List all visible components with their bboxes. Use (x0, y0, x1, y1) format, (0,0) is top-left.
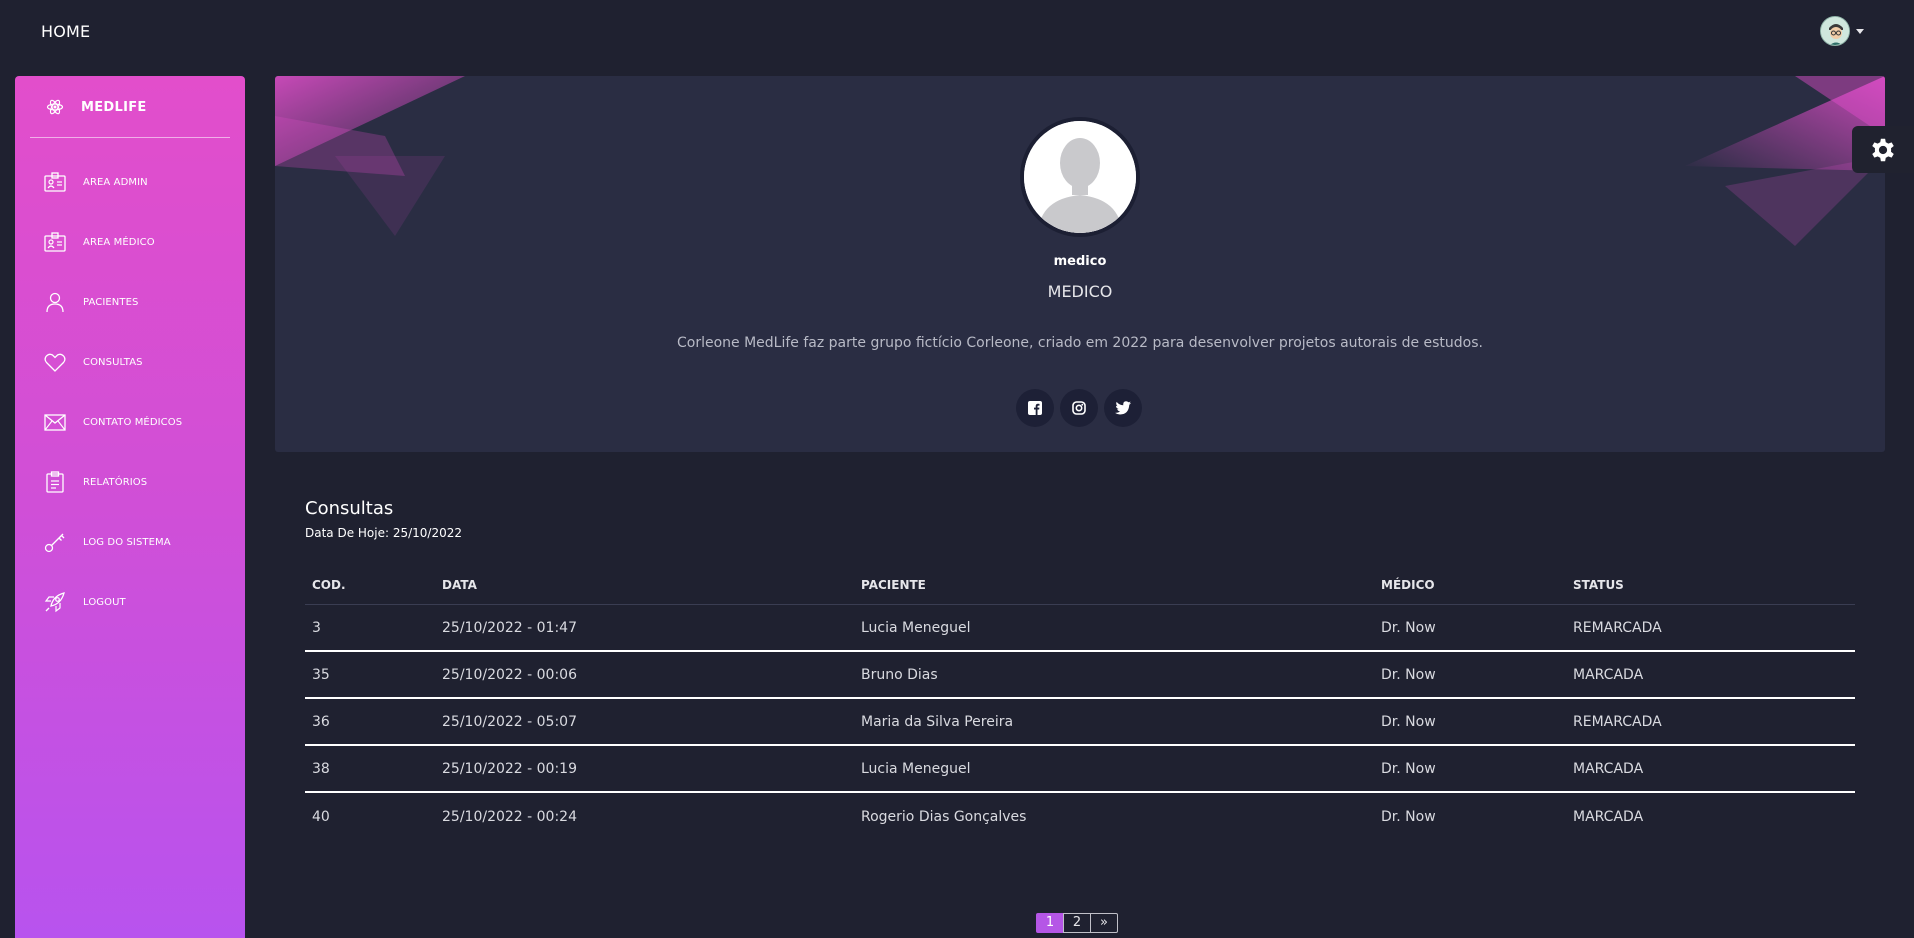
user-icon (46, 292, 64, 313)
id-card-icon (44, 232, 66, 252)
avatar[interactable] (1820, 16, 1850, 46)
table-row[interactable]: 38 25/10/2022 - 00:19 Lucia Meneguel Dr.… (305, 746, 1855, 793)
cell-paciente: Lucia Meneguel (861, 760, 971, 777)
column-header-cod[interactable]: COD. (305, 578, 435, 592)
cell-cod: 36 (312, 713, 330, 730)
gear-icon (1872, 138, 1894, 161)
cell-data: 25/10/2022 - 00:24 (442, 808, 577, 825)
cell-data: 25/10/2022 - 01:47 (442, 619, 577, 636)
user-placeholder-icon (1024, 121, 1136, 233)
column-header-data[interactable]: DATA (435, 578, 854, 592)
profile-card: medico MEDICO Corleone MedLife faz parte… (275, 76, 1885, 452)
cell-status: REMARCADA (1573, 713, 1662, 730)
top-navbar: HOME (0, 0, 1914, 64)
column-header-medico[interactable]: MÉDICO (1374, 578, 1566, 592)
sidebar-item-pacientes[interactable]: PACIENTES (15, 282, 245, 322)
table-row[interactable]: 36 25/10/2022 - 05:07 Maria da Silva Per… (305, 699, 1855, 746)
clipboard-icon (46, 471, 64, 493)
cell-paciente: Lucia Meneguel (861, 619, 971, 636)
cell-status: MARCADA (1573, 760, 1644, 777)
profile-photo (1020, 117, 1140, 237)
table-row[interactable]: 40 25/10/2022 - 00:24 Rogerio Dias Gonça… (305, 793, 1855, 840)
column-header-status[interactable]: STATUS (1566, 578, 1855, 592)
chevron-down-icon[interactable] (1856, 28, 1864, 34)
cell-medico: Dr. Now (1381, 808, 1436, 825)
sidebar-item-logout[interactable]: LOGOUT (15, 582, 245, 622)
cell-status: MARCADA (1573, 808, 1644, 825)
cell-cod: 40 (312, 808, 330, 825)
consultas-table: COD. DATA PACIENTE MÉDICO STATUS 3 25/10… (305, 565, 1855, 840)
instagram-icon (1072, 401, 1086, 415)
twitter-icon (1115, 401, 1131, 415)
pagination: 1 2 » (1036, 913, 1118, 933)
sidebar-item-label: RELATÓRIOS (83, 476, 148, 488)
cell-medico: Dr. Now (1381, 666, 1436, 683)
sidebar-item-label: CONSULTAS (83, 356, 143, 368)
cell-medico: Dr. Now (1381, 760, 1436, 777)
heart-icon (44, 353, 66, 372)
decorative-shape (275, 76, 465, 236)
column-header-paciente[interactable]: PACIENTE (854, 578, 1374, 592)
key-icon (44, 533, 65, 553)
sidebar-item-label: AREA ADMIN (83, 176, 148, 188)
profile-description: Corleone MedLife faz parte grupo fictíci… (677, 335, 1483, 351)
sidebar-item-label: LOG DO SISTEMA (83, 536, 171, 548)
cell-paciente: Rogerio Dias Gonçalves (861, 808, 1027, 825)
cell-cod: 35 (312, 666, 330, 683)
sidebar-divider (30, 137, 230, 138)
consultas-title: Consultas (305, 498, 394, 519)
next-page-button[interactable]: » (1090, 913, 1118, 933)
cell-data: 25/10/2022 - 05:07 (442, 713, 577, 730)
sidebar-item-relatorios[interactable]: RELATÓRIOS (15, 462, 245, 502)
home-link[interactable]: HOME (41, 22, 90, 41)
table-row[interactable]: 35 25/10/2022 - 00:06 Bruno Dias Dr. Now… (305, 652, 1855, 699)
cell-paciente: Maria da Silva Pereira (861, 713, 1014, 730)
instagram-button[interactable] (1060, 389, 1098, 427)
sidebar-item-label: LOGOUT (83, 596, 126, 608)
cell-data: 25/10/2022 - 00:06 (442, 666, 577, 683)
sidebar-item-area-medico[interactable]: AREA MÉDICO (15, 222, 245, 262)
id-card-icon (44, 172, 66, 192)
page-1-button[interactable]: 1 (1036, 913, 1064, 933)
profile-username: medico (1053, 254, 1107, 269)
cell-cod: 38 (312, 760, 330, 777)
atom-icon (46, 99, 64, 115)
sidebar-item-label: CONTATO MÉDICOS (83, 416, 183, 428)
facebook-icon (1028, 401, 1042, 415)
cell-cod: 3 (312, 619, 321, 636)
sidebar: MEDLIFE AREA ADMIN AREA MÉDICO PACIENTES… (15, 76, 245, 938)
sidebar-item-label: AREA MÉDICO (83, 236, 155, 248)
social-links (1016, 389, 1146, 429)
sidebar-item-log-do-sistema[interactable]: LOG DO SISTEMA (15, 522, 245, 562)
cell-status: MARCADA (1573, 666, 1644, 683)
table-header: COD. DATA PACIENTE MÉDICO STATUS (305, 565, 1855, 605)
cell-paciente: Bruno Dias (861, 666, 938, 683)
table-row[interactable]: 3 25/10/2022 - 01:47 Lucia Meneguel Dr. … (305, 605, 1855, 652)
sidebar-item-consultas[interactable]: CONSULTAS (15, 342, 245, 382)
consultas-date: Data De Hoje: 25/10/2022 (305, 526, 463, 540)
envelope-icon (44, 414, 66, 431)
sidebar-item-label: PACIENTES (83, 296, 139, 308)
user-avatar-icon (1821, 17, 1849, 45)
sidebar-item-area-admin[interactable]: AREA ADMIN (15, 162, 245, 202)
profile-role: MEDICO (1047, 282, 1113, 301)
twitter-button[interactable] (1104, 389, 1142, 427)
facebook-button[interactable] (1016, 389, 1054, 427)
cell-status: REMARCADA (1573, 619, 1662, 636)
page-2-button[interactable]: 2 (1063, 913, 1091, 933)
cell-medico: Dr. Now (1381, 713, 1436, 730)
cell-data: 25/10/2022 - 00:19 (442, 760, 577, 777)
cell-medico: Dr. Now (1381, 619, 1436, 636)
settings-button[interactable] (1852, 126, 1914, 173)
rocket-icon (44, 592, 65, 613)
user-menu[interactable] (1820, 15, 1870, 47)
brand-link[interactable]: MEDLIFE (15, 76, 245, 138)
brand-name: MEDLIFE (81, 99, 147, 115)
sidebar-item-contato-medicos[interactable]: CONTATO MÉDICOS (15, 402, 245, 442)
